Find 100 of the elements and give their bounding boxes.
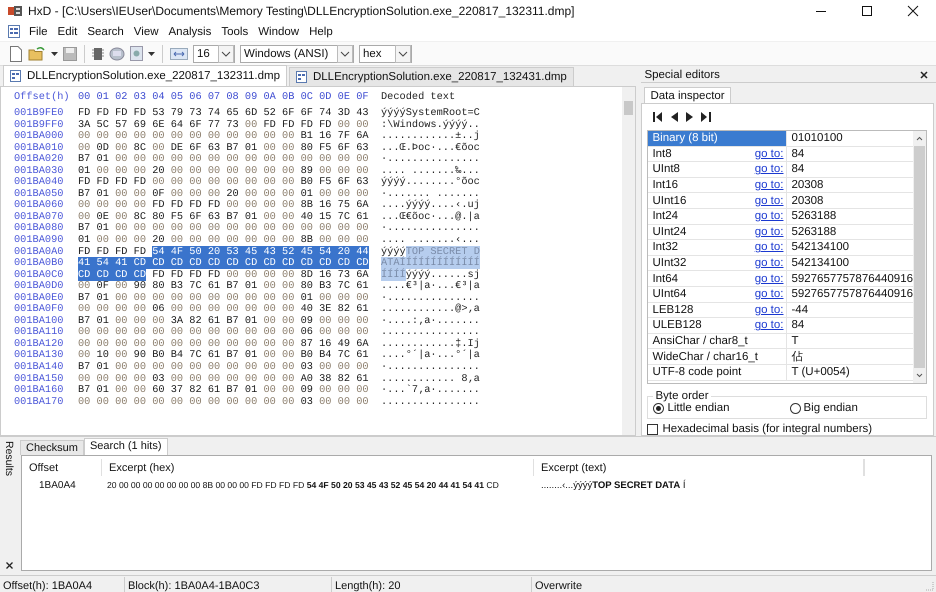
decoded-text[interactable]: ·...`7‚a·....... xyxy=(381,384,480,396)
resize-grip-icon[interactable] xyxy=(924,581,934,591)
document-tab[interactable]: DLLEncryptionSolution.exe_220817_132431.dmp xyxy=(288,67,574,86)
offset-base-dropdown[interactable]: hex xyxy=(359,44,412,62)
type-name-cell[interactable]: Int32 go to: xyxy=(648,240,788,255)
next-icon[interactable] xyxy=(686,112,694,122)
decoded-text[interactable]: ....€³|a·...€³|a xyxy=(381,280,480,292)
close-icon[interactable] xyxy=(920,70,928,79)
document-icon[interactable] xyxy=(8,25,20,38)
scrollbar[interactable] xyxy=(622,87,636,435)
go-to-link[interactable]: go to: xyxy=(754,304,784,316)
decoded-text[interactable]: .... .......‰... xyxy=(381,164,480,177)
radio-button[interactable]: Big endian xyxy=(790,402,858,414)
column-header[interactable]: Offset xyxy=(22,459,102,476)
go-to-link[interactable]: go to: xyxy=(754,210,784,222)
type-name-cell[interactable]: ULEB128 go to: xyxy=(648,318,788,333)
decoded-text[interactable]: ............ 8‚a xyxy=(381,372,480,385)
decoded-text[interactable]: ...Œ.Þoc·...€õoc xyxy=(381,142,480,154)
type-name-cell[interactable]: UTF-8 code point xyxy=(648,364,788,380)
go-to-link[interactable]: go to: xyxy=(754,288,784,300)
close-icon[interactable] xyxy=(6,562,12,569)
go-to-link[interactable]: go to: xyxy=(754,148,784,160)
hex-bytes[interactable]: FD FD FD FD 00 00 00 00 00 00 00 00 B0 F5 6F 63 xyxy=(78,176,369,188)
hex-bytes[interactable]: 00 00 00 00 00 00 00 00 00 00 00 00 03 00 00 00 xyxy=(78,396,369,408)
type-name-cell[interactable]: UInt8 go to: xyxy=(648,162,788,177)
column-header[interactable]: Excerpt (text) xyxy=(534,459,864,476)
decoded-text[interactable]: ...Œ€õoc·...@.|a xyxy=(381,210,480,223)
hex-bytes[interactable]: B7 01 00 00 00 3A 82 61 B7 01 00 00 09 00 00 00 xyxy=(78,314,369,327)
hex-bytes[interactable]: 00 0E 00 8C 80 F5 6F 63 B7 01 00 00 40 15 7C 61 xyxy=(78,210,369,223)
hex-bytes[interactable]: B7 01 00 00 00 00 00 00 00 00 00 00 03 00 00 00 xyxy=(78,361,369,374)
hex-bytes[interactable]: 00 00 00 00 00 00 00 00 00 00 00 00 B1 16 7F 6A xyxy=(78,130,369,142)
hex-bytes[interactable]: 00 0F 00 90 80 B3 7C 61 B7 01 00 00 80 B3 7C 61 xyxy=(78,280,369,292)
dropdown-caret-icon[interactable] xyxy=(148,52,155,56)
save-icon[interactable] xyxy=(63,46,77,60)
decoded-text[interactable]: ................ xyxy=(381,396,480,408)
type-name-cell[interactable]: UInt16 go to: xyxy=(648,193,788,208)
scrollbar[interactable] xyxy=(913,131,926,383)
go-to-link[interactable]: go to: xyxy=(754,272,784,285)
decoded-text[interactable]: ....°´|a·...°´|a xyxy=(381,349,480,362)
hex-bytes[interactable]: 54 4F 50 20 53 45 43 52 45 54 20 44 xyxy=(152,246,369,258)
hex-bytes[interactable]: 3A 5C 57 69 6E 64 6F 77 73 00 FD FD FD FD 00 00 xyxy=(78,118,369,131)
menu-item[interactable]: View xyxy=(132,26,160,38)
type-name-cell[interactable]: UInt64 go to: xyxy=(648,286,788,302)
hex-bytes[interactable]: B7 01 00 00 00 00 00 00 00 00 00 00 01 00 00 00 xyxy=(78,292,369,304)
chip-icon[interactable] xyxy=(92,46,104,60)
bytes-per-row-dropdown[interactable]: 16 xyxy=(193,44,235,62)
hex-bytes[interactable]: 01 00 00 00 20 00 00 00 00 00 00 00 89 00 00 00 xyxy=(78,164,369,177)
type-name-cell[interactable]: UInt32 go to: xyxy=(648,256,788,270)
decoded-text[interactable]: ·............... xyxy=(381,153,480,166)
chevron-down-icon[interactable] xyxy=(395,44,411,62)
go-to-link[interactable]: go to: xyxy=(754,257,784,270)
decoded-text[interactable]: ·............... xyxy=(381,222,480,234)
go-to-link[interactable]: go to: xyxy=(754,319,784,332)
first-icon[interactable] xyxy=(653,112,664,122)
results-tab[interactable]: Search (1 hits) xyxy=(84,438,168,455)
menu-item[interactable]: File xyxy=(28,26,49,38)
new-file-icon[interactable] xyxy=(9,46,23,62)
hex-bytes[interactable]: 41 54 41 CD CD CD CD CD CD CD CD CD CD CD CD CD xyxy=(78,257,369,270)
type-name-cell[interactable]: Int16 go to: xyxy=(648,178,788,192)
type-name-cell[interactable]: UInt24 go to: xyxy=(648,224,788,240)
type-name-cell[interactable]: Int8 go to: xyxy=(648,146,788,162)
hex-bytes[interactable]: B7 01 00 00 0F 00 00 00 20 00 00 00 01 00 00 00 xyxy=(78,188,369,200)
checkbox[interactable]: Hexadecimal basis (for integral numbers) xyxy=(647,423,927,435)
decoded-text[interactable]: ....ýýýý....‹.uj xyxy=(381,199,480,212)
menu-item[interactable]: Help xyxy=(308,26,334,38)
decoded-text[interactable]: ................ xyxy=(381,326,480,338)
hex-bytes[interactable]: B7 01 00 00 00 00 00 00 00 00 00 00 00 00 00 00 xyxy=(78,222,369,234)
menu-item[interactable]: Search xyxy=(86,26,125,38)
type-name-cell[interactable]: Int64 go to: xyxy=(648,271,788,286)
decoded-text[interactable]: ............@>‚a xyxy=(381,303,480,316)
go-to-link[interactable]: go to: xyxy=(754,163,784,176)
column-header[interactable]: Excerpt (hex) xyxy=(102,459,534,476)
decoded-text[interactable]: .... .......‹... xyxy=(381,234,480,246)
decoded-text[interactable]: ·....... ....... xyxy=(381,188,480,200)
document-tab[interactable]: DLLEncryptionSolution.exe_220817_132311.dmp xyxy=(3,65,287,86)
hex-bytes[interactable]: 00 00 00 00 00 00 00 00 00 00 00 00 87 16 49 6A xyxy=(78,338,369,350)
decoded-text[interactable]: ýýýýSystemRoot=C xyxy=(381,107,480,119)
decoded-text[interactable]: ·............... xyxy=(381,292,480,304)
type-name-cell[interactable]: WideChar / char16_t xyxy=(648,349,788,364)
open-folder-icon[interactable] xyxy=(28,46,46,62)
hex-bytes[interactable]: FD FD FD FD 00 00 00 00 8D 16 73 6A xyxy=(152,268,369,281)
results-tab[interactable]: Checksum xyxy=(20,440,84,455)
decoded-text[interactable]: :\Windows.ýýýý.. xyxy=(381,118,480,131)
menu-item[interactable]: Edit xyxy=(56,26,78,38)
decoded-text[interactable]: ýýýý xyxy=(381,246,406,258)
decoded-text[interactable]: ýýýý......sj xyxy=(406,268,480,281)
type-name-cell[interactable]: Int24 go to: xyxy=(648,208,788,224)
hex-bytes[interactable]: 00 00 00 00 06 00 00 00 00 00 00 00 40 3E 82 61 xyxy=(78,303,369,316)
menu-item[interactable]: Tools xyxy=(220,26,250,38)
type-name-cell[interactable]: Binary (8 bit) xyxy=(648,131,788,146)
hex-bytes[interactable]: CD CD CD CD xyxy=(78,268,146,281)
go-to-link[interactable]: go to: xyxy=(754,241,784,254)
go-to-link[interactable]: go to: xyxy=(754,226,784,238)
hex-bytes[interactable]: 00 00 00 00 00 00 00 00 00 00 00 00 06 00 00 00 xyxy=(78,326,369,338)
hex-bytes[interactable]: B7 01 00 00 60 37 82 61 B7 01 00 00 09 00 00 00 xyxy=(78,384,369,396)
hex-bytes[interactable]: B7 01 00 00 00 00 00 00 00 00 00 00 00 00 00 00 xyxy=(78,153,369,166)
hex-bytes[interactable]: 00 10 00 90 B0 B4 7C 61 B7 01 00 00 B0 B4 7C 61 xyxy=(78,349,369,362)
chevron-down-icon[interactable] xyxy=(218,44,234,62)
hex-bytes[interactable]: 00 00 00 00 FD FD FD FD 00 00 00 00 8B 16 75 6A xyxy=(78,199,369,212)
previous-icon[interactable] xyxy=(671,112,678,122)
